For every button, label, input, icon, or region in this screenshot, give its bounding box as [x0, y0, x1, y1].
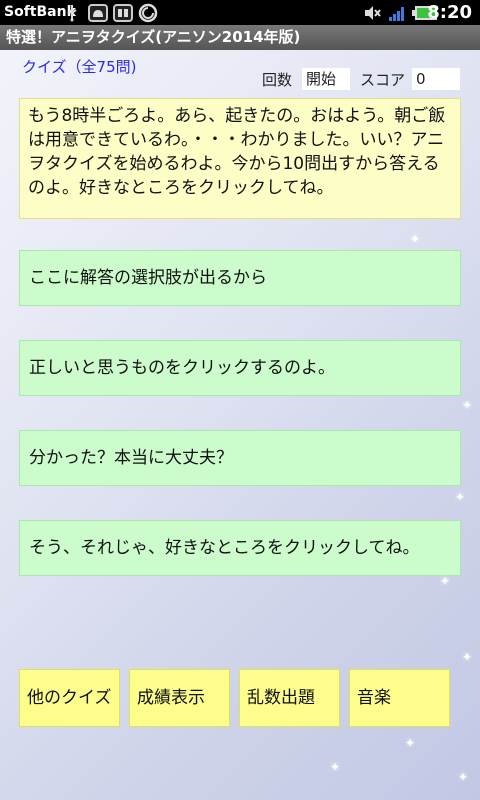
answer-choice-4[interactable]: そう、それじゃ、好きなところをクリックしてね。 [19, 520, 461, 576]
sparkle-icon: ✦ [462, 650, 473, 664]
score-value: 0 [412, 68, 460, 90]
round-value: 開始 [302, 68, 350, 90]
sparkle-icon: ✦ [455, 490, 466, 504]
score-label: スコア [360, 71, 406, 89]
usb-icon [64, 3, 80, 22]
question-message[interactable]: もう8時半ごろよ。あら、起きたの。おはよう。朝ご飯は用意できているわ。・・・わか… [19, 98, 461, 219]
show-results-button[interactable]: 成績表示 [129, 669, 230, 727]
round-label: 回数 [262, 71, 293, 89]
sparkle-icon: ✦ [440, 574, 451, 588]
other-quiz-button[interactable]: 他のクイズ [19, 669, 120, 727]
sync-icon [138, 3, 158, 22]
status-bar: SoftBank 8:20 [0, 0, 480, 25]
sim-icon [113, 3, 133, 22]
answer-choice-1[interactable]: ここに解答の選択肢が出るから [19, 250, 461, 306]
mute-icon [364, 3, 382, 22]
music-button[interactable]: 音楽 [349, 669, 450, 727]
clock: 8:20 [427, 2, 472, 23]
sparkle-icon: ✦ [458, 770, 469, 784]
answer-choice-3[interactable]: 分かった？本当に大丈夫？ [19, 430, 461, 486]
sparkle-icon: ✦ [330, 760, 341, 774]
android-debug-icon [88, 3, 108, 22]
quiz-count-link[interactable]: クイズ（全75問) [22, 56, 137, 77]
sparkle-icon: ✦ [410, 232, 421, 246]
app-title: 特選！アニヲタクイズ(アニソン2014年版) [0, 25, 480, 50]
signal-icon [388, 3, 408, 22]
sparkle-icon: ✦ [405, 736, 416, 750]
sparkle-icon: ✦ [462, 398, 473, 412]
answer-choice-2[interactable]: 正しいと思うものをクリックするのよ。 [19, 340, 461, 396]
random-question-button[interactable]: 乱数出題 [239, 669, 340, 727]
